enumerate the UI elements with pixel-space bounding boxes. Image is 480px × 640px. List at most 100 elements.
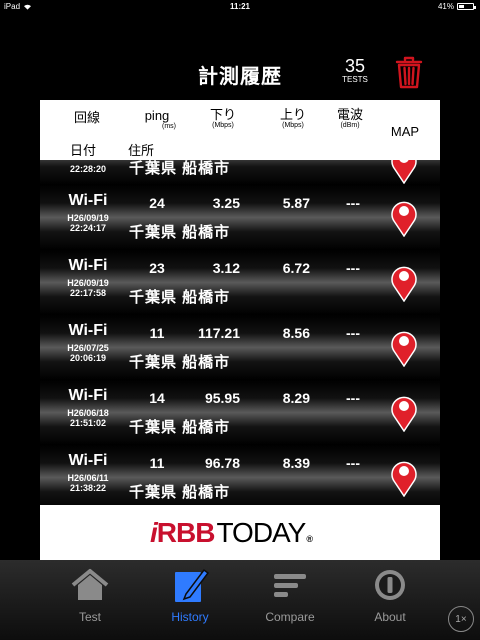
- trash-icon[interactable]: [395, 56, 423, 90]
- row-address: 千葉県 船橋市: [129, 419, 231, 436]
- row-ping: 11: [149, 455, 165, 471]
- row-address: 千葉県 船橋市: [129, 289, 231, 306]
- row-datetime: H26/06/11 21:38:22: [50, 473, 126, 493]
- map-pin-icon[interactable]: [389, 262, 419, 302]
- tab-label: Test: [78, 610, 101, 624]
- house-icon: [71, 569, 109, 600]
- bars-icon: [274, 574, 306, 597]
- tab-history[interactable]: History: [150, 566, 230, 632]
- rbb-today-logo[interactable]: i RBB TODAY ®: [150, 517, 313, 549]
- map-pin-icon[interactable]: [389, 327, 419, 367]
- history-row[interactable]: Wi-Fi 23 3.12 6.72 --- H26/09/19 22:17:58…: [40, 250, 440, 315]
- logo-today: TODAY: [216, 517, 306, 548]
- tests-counter: 35 TESTS: [336, 57, 374, 85]
- tab-test[interactable]: Test: [50, 566, 130, 632]
- row-time: 21:51:02: [69, 418, 107, 428]
- col-header-address: 住所: [128, 143, 155, 158]
- logo-registered-mark: ®: [306, 534, 313, 544]
- row-down: 117.21: [197, 325, 240, 341]
- row-ping: 11: [149, 325, 165, 341]
- row-ping: 23: [149, 260, 165, 276]
- row-address: 千葉県 船橋市: [129, 354, 231, 371]
- row-date: H26/09/19: [67, 213, 109, 223]
- row-carrier: Wi-Fi: [68, 387, 108, 404]
- row-time: 20:06:19: [69, 353, 107, 363]
- col-header-signal[interactable]: 電波 (dBm): [328, 108, 372, 130]
- col-header-up[interactable]: 上り (Mbps): [270, 108, 316, 130]
- tests-count: 35: [344, 56, 366, 76]
- col-header-map: MAP: [384, 125, 426, 139]
- history-row[interactable]: Wi-Fi 11 117.21 8.56 --- H26/07/25 20:06:…: [40, 315, 440, 380]
- row-up: 8.39: [282, 455, 310, 471]
- row-date: H26/06/18: [67, 408, 109, 418]
- row-time: 21:38:22: [69, 483, 107, 493]
- col-header-carrier: 回線: [60, 111, 114, 125]
- map-pin-icon[interactable]: [389, 457, 419, 497]
- row-time: 22:28:20: [69, 164, 107, 174]
- map-header-label: MAP: [390, 124, 420, 139]
- history-row[interactable]: Wi-Fi 11 96.78 8.39 --- H26/06/11 21:38:2…: [40, 445, 440, 505]
- tab-compare[interactable]: Compare: [250, 566, 330, 632]
- pencil-note-icon: [175, 568, 210, 602]
- tab-about[interactable]: About: [350, 566, 430, 632]
- up-header-label: 上り: [279, 107, 306, 122]
- battery-fill: [459, 5, 465, 8]
- history-list[interactable]: 22:28:20 千葉県 船橋市 Wi-Fi 24 3.25 5.87 --- …: [40, 160, 440, 505]
- row-ping: 14: [149, 390, 165, 406]
- row-down: 3.12: [212, 260, 240, 276]
- map-pin-icon[interactable]: [389, 392, 419, 432]
- row-signal: ---: [346, 325, 360, 341]
- battery-percent: 41%: [437, 2, 454, 11]
- ping-header-unit: (ms): [162, 123, 176, 130]
- down-header-label: 下り: [209, 107, 236, 122]
- row-address: 千葉県 船橋市: [129, 160, 231, 177]
- ad-banner[interactable]: i RBB TODAY ®: [40, 505, 440, 560]
- row-down: 3.25: [212, 195, 240, 211]
- map-pin-icon[interactable]: [389, 197, 419, 237]
- col-header-ping[interactable]: ping (ms): [134, 109, 180, 131]
- row-datetime: H26/06/18 21:51:02: [50, 408, 126, 428]
- row-date: H26/09/19: [67, 278, 109, 288]
- ping-header-label: ping: [144, 108, 170, 123]
- signal-header-unit: (dBm): [340, 122, 360, 129]
- row-datetime: H26/07/25 20:06:19: [50, 343, 126, 363]
- row-address: 千葉県 船橋市: [129, 224, 231, 241]
- row-carrier: Wi-Fi: [68, 257, 108, 274]
- tests-label: TESTS: [342, 75, 368, 84]
- row-signal: ---: [346, 195, 360, 211]
- row-down: 96.78: [204, 455, 240, 471]
- history-row-partial[interactable]: 22:28:20 千葉県 船橋市: [40, 160, 440, 185]
- history-table: 回線 ping (ms) 下り (Mbps) 上り (Mbps) 電波 (dBm…: [40, 100, 440, 560]
- carrier-header-label: 回線: [73, 110, 100, 125]
- col-header-date: 日付: [70, 143, 97, 158]
- tab-label: History: [171, 610, 209, 624]
- row-up: 6.72: [282, 260, 310, 276]
- row-up: 8.56: [282, 325, 310, 341]
- logo-i: i: [150, 517, 158, 548]
- row-date: H26/07/25: [67, 343, 109, 353]
- status-time: 11:21: [229, 2, 251, 11]
- info-circle-icon: [375, 570, 405, 600]
- row-address: 千葉県 船橋市: [129, 484, 231, 501]
- row-down: 95.95: [204, 390, 240, 406]
- zoom-toggle-button[interactable]: 1×: [448, 606, 474, 632]
- row-ping: 24: [149, 195, 165, 211]
- history-row[interactable]: Wi-Fi 24 3.25 5.87 --- H26/09/19 22:24:17…: [40, 185, 440, 250]
- row-time: 22:17:58: [69, 288, 107, 298]
- row-carrier: Wi-Fi: [68, 192, 108, 209]
- down-header-unit: (Mbps): [212, 122, 234, 129]
- row-carrier: Wi-Fi: [68, 452, 108, 469]
- map-pin-icon[interactable]: [389, 160, 419, 184]
- page-header: 計測履歴 35 TESTS: [0, 40, 480, 100]
- battery-icon: [457, 3, 476, 10]
- row-datetime: H26/09/19 22:24:17: [50, 213, 126, 233]
- row-carrier: Wi-Fi: [68, 322, 108, 339]
- col-header-down[interactable]: 下り (Mbps): [200, 108, 246, 130]
- logo-rbb: RBB: [156, 517, 216, 548]
- row-signal: ---: [346, 390, 360, 406]
- table-header: 回線 ping (ms) 下り (Mbps) 上り (Mbps) 電波 (dBm…: [40, 100, 440, 160]
- row-up: 5.87: [282, 195, 310, 211]
- row-datetime: H26/09/19 22:17:58: [50, 278, 126, 298]
- status-bar: iPad 11:21 41%: [0, 0, 480, 14]
- history-row[interactable]: Wi-Fi 14 95.95 8.29 --- H26/06/18 21:51:0…: [40, 380, 440, 445]
